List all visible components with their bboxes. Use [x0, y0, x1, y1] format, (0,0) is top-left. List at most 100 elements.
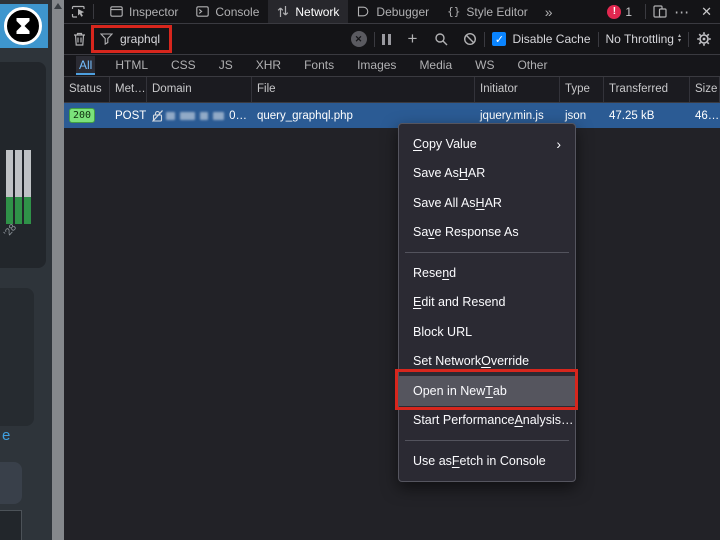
toolbar-separator: [645, 4, 646, 19]
menu-item-edit-and-resend[interactable]: Edit and Resend: [399, 288, 575, 318]
type-cell: json: [560, 110, 604, 122]
devtools-tabs: Inspector Console NetworkDebugger {} Style E…: [101, 0, 537, 23]
gap: [455, 32, 456, 47]
screenshot-stage: '28 e Inspector Console NetworkDebugger {} S…: [0, 0, 720, 540]
clear-requests-trash-icon[interactable]: [73, 32, 86, 46]
tab-label: Style Editor: [466, 5, 527, 19]
more-tabs-chevron[interactable]: »: [537, 4, 561, 20]
new-request-button[interactable]: +: [406, 29, 420, 49]
menu-item-save-all-as-har[interactable]: Save All As HAR: [399, 188, 575, 218]
background-page: '28 e: [0, 0, 52, 540]
disable-cache-checkbox[interactable]: ✓: [492, 32, 506, 46]
site-logo-tile: [0, 4, 48, 48]
search-icon[interactable]: [434, 32, 448, 46]
tab-style-editor[interactable]: {} Style Editor: [438, 0, 537, 23]
initiator-cell: jquery.min.js: [475, 110, 560, 122]
scrollbar-up-arrow-icon[interactable]: [54, 3, 62, 9]
network-settings-gear-icon[interactable]: [696, 31, 712, 47]
throttling-value: No Throttling: [606, 32, 674, 46]
annotation-box-filter: [91, 25, 172, 53]
debugger-icon: [357, 6, 370, 17]
column-header-status[interactable]: Status: [64, 77, 110, 102]
pick-element-button[interactable]: [71, 5, 86, 19]
filter-tab-all[interactable]: All: [76, 56, 95, 75]
disable-cache-label[interactable]: Disable Cache: [512, 32, 590, 46]
error-count[interactable]: 1: [625, 5, 632, 19]
file-cell: query_graphql.php: [252, 110, 475, 122]
stacked-bar: [15, 150, 22, 224]
network-context-menu: Copy Value›Save As HARSave All As HARSav…: [398, 123, 576, 482]
toolbar-separator: [93, 4, 94, 19]
menu-item-use-as-fetch-in-console[interactable]: Use as Fetch in Console: [399, 446, 575, 476]
method-cell: POST: [110, 110, 147, 122]
redacted-domain-block: [166, 112, 175, 120]
column-header-size[interactable]: Size: [690, 77, 720, 102]
network-icon: [277, 5, 289, 18]
toolbar-separator: [484, 32, 485, 47]
column-header-file[interactable]: File: [252, 77, 475, 102]
tab-debugger[interactable]: Debugger: [348, 0, 438, 23]
gap: [426, 32, 427, 47]
submenu-arrow-icon: ›: [556, 136, 561, 152]
transferred-cell: 47.25 kB: [604, 110, 690, 122]
column-header-met[interactable]: Met…: [110, 77, 147, 102]
redacted-domain-block: [180, 112, 195, 120]
page-scrollbar[interactable]: [52, 0, 64, 540]
request-filter-tabs: All HTML CSS JS XHR Fonts Images Media WS Other: [64, 55, 720, 77]
filter-tab-xhr[interactable]: XHR: [253, 56, 284, 75]
request-list-empty-area: [64, 128, 720, 515]
inspector-icon: [110, 6, 123, 17]
error-badge-icon[interactable]: !: [607, 5, 621, 19]
request-row[interactable]: 200 POST 0… query_graphql.php jquery.m: [64, 103, 720, 128]
close-devtools-button[interactable]: ✕: [697, 4, 720, 20]
select-arrows-icon: ▴ ▾: [678, 34, 681, 44]
responsive-design-mode-icon[interactable]: [653, 5, 667, 18]
filter-tab-media[interactable]: Media: [416, 56, 455, 75]
tab-label: Console: [215, 5, 259, 19]
size-cell: 46…: [690, 110, 720, 122]
menu-item-resend[interactable]: Resend: [399, 258, 575, 288]
menu-separator: [405, 440, 569, 441]
filter-tab-ws[interactable]: WS: [472, 56, 497, 75]
menu-item-save-response-as[interactable]: Save Response As: [399, 218, 575, 248]
stacked-bar: [6, 150, 13, 224]
background-panel-fragment: [0, 510, 22, 540]
devtools-menu-button[interactable]: ⋯: [667, 3, 697, 21]
toolbar-separator: [374, 32, 375, 47]
redacted-domain-block: [213, 112, 224, 120]
tab-inspector[interactable]: Inspector: [101, 0, 187, 23]
filter-tab-css[interactable]: CSS: [168, 56, 199, 75]
gap: [398, 32, 399, 47]
column-header-domain[interactable]: Domain: [147, 77, 252, 102]
menu-item-copy-value[interactable]: Copy Value›: [399, 129, 575, 159]
devtools-panel: Inspector Console NetworkDebugger {} Style E…: [64, 0, 720, 540]
tab-network[interactable]: Network: [268, 0, 348, 23]
pause-recording-icon[interactable]: [382, 34, 391, 45]
column-header-type[interactable]: Type: [560, 77, 604, 102]
toolbar-separator: [598, 32, 599, 47]
status-badge: 200: [69, 108, 95, 123]
hourglass-logo-icon: [4, 7, 42, 45]
menu-item-block-url[interactable]: Block URL: [399, 317, 575, 347]
annotation-box-open-in-new-tab: [395, 369, 578, 410]
column-header-initiator[interactable]: Initiator: [475, 77, 560, 102]
filter-tab-fonts[interactable]: Fonts: [301, 56, 337, 75]
background-button-fragment[interactable]: [0, 462, 22, 504]
menu-item-save-as-har[interactable]: Save As HAR: [399, 159, 575, 189]
domain-cell: 0…: [147, 110, 252, 122]
throttling-select[interactable]: No Throttling ▴ ▾: [606, 32, 682, 46]
column-header-transferred[interactable]: Transferred: [604, 77, 690, 102]
style-editor-icon: {}: [447, 5, 460, 18]
filter-tab-html[interactable]: HTML: [112, 56, 151, 75]
toolbar-separator: [688, 32, 689, 47]
status-cell: 200: [64, 108, 110, 123]
filter-tab-other[interactable]: Other: [514, 56, 550, 75]
filter-tab-js[interactable]: JS: [216, 56, 236, 75]
background-link-fragment[interactable]: e: [2, 427, 10, 444]
block-request-icon[interactable]: [463, 32, 477, 46]
insecure-lock-icon: [152, 110, 163, 122]
filter-tab-images[interactable]: Images: [354, 56, 399, 75]
clear-filter-button[interactable]: ✕: [351, 31, 367, 47]
tab-console[interactable]: Console: [187, 0, 268, 23]
redacted-domain-block: [200, 112, 208, 120]
